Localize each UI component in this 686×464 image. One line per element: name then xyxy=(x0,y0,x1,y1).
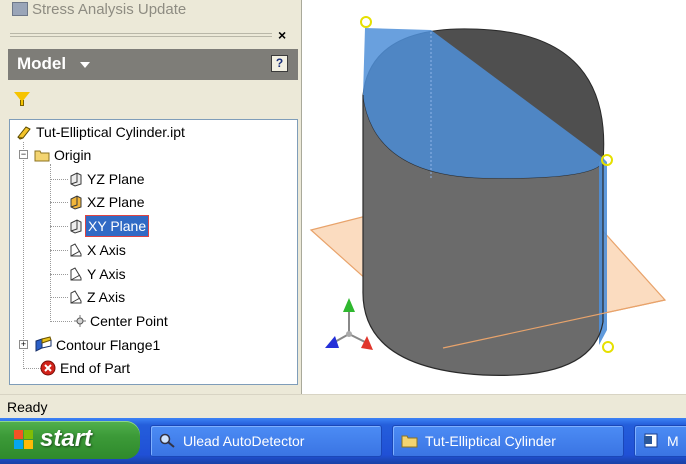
collapse-origin-toggle[interactable]: − xyxy=(19,150,28,159)
tree-connector xyxy=(23,368,41,369)
tree-node-label: YZ Plane xyxy=(87,171,145,187)
folder-icon xyxy=(401,435,418,448)
start-label: start xyxy=(40,425,93,452)
windows-logo-icon xyxy=(14,430,34,450)
sketch-point-marker[interactable] xyxy=(602,341,614,353)
work-plane-icon xyxy=(70,219,82,234)
windows-taskbar: start Ulead AutoDetector Tut-Elliptical … xyxy=(0,418,686,464)
status-bar: Ready xyxy=(0,394,686,418)
tree-connector xyxy=(50,274,68,275)
tree-node-z-axis[interactable]: Z Axis xyxy=(68,287,218,307)
tree-node-label: End of Part xyxy=(60,360,131,376)
pane-grip-line xyxy=(10,36,272,39)
tree-node-label: Z Axis xyxy=(87,289,126,305)
status-text: Ready xyxy=(7,399,48,415)
tree-node-label: X Axis xyxy=(87,242,126,258)
stress-analysis-update-command[interactable]: Stress Analysis Update xyxy=(8,0,298,20)
tree-node-xz-plane[interactable]: XZ Plane xyxy=(68,192,218,212)
tree-node-part[interactable]: Tut-Elliptical Cylinder.ipt xyxy=(16,122,286,142)
contour-flange-icon xyxy=(35,336,52,352)
end-of-part-icon xyxy=(40,360,56,376)
browser-header: Model ? xyxy=(8,49,298,80)
work-plane-icon xyxy=(70,195,82,210)
tree-connector xyxy=(50,202,68,203)
tree-connector xyxy=(50,321,72,322)
tree-connector xyxy=(23,142,24,367)
tree-connector xyxy=(50,179,68,180)
inventor-window: Stress Analysis Update × Model ? Tut-Ell… xyxy=(0,0,686,464)
taskbar-item-label: Tut-Elliptical Cylinder xyxy=(425,433,556,449)
sketch-point-marker[interactable] xyxy=(360,16,372,28)
tree-node-label: Y Axis xyxy=(87,266,126,282)
tree-node-label: Tut-Elliptical Cylinder.ipt xyxy=(36,124,185,140)
chevron-down-icon[interactable] xyxy=(80,62,90,68)
graphics-viewport[interactable] xyxy=(303,0,686,394)
tree-connector xyxy=(50,226,68,227)
filter-icon-stem xyxy=(20,100,24,106)
start-button[interactable]: start xyxy=(0,421,140,459)
tree-node-contour-flange[interactable]: Contour Flange1 xyxy=(34,335,234,355)
tree-node-label: XZ Plane xyxy=(87,194,145,210)
tree-node-origin[interactable]: Origin xyxy=(34,145,234,165)
tree-node-label: Center Point xyxy=(90,313,168,329)
taskbar-item-folder[interactable]: Tut-Elliptical Cylinder xyxy=(392,425,624,457)
magnifier-icon xyxy=(159,433,175,448)
tree-node-label: Contour Flange1 xyxy=(56,337,161,353)
work-point-icon xyxy=(74,315,86,327)
help-button[interactable]: ? xyxy=(271,55,288,72)
tree-connector xyxy=(50,250,68,251)
model-view[interactable] xyxy=(303,0,686,394)
work-plane-icon xyxy=(70,172,82,187)
close-pane-button[interactable]: × xyxy=(278,27,286,43)
taskbar-item-word[interactable]: M xyxy=(634,425,686,457)
stress-analysis-label: Stress Analysis Update xyxy=(32,1,187,18)
work-axis-icon xyxy=(70,267,82,281)
expand-contour-flange-toggle[interactable]: + xyxy=(19,340,28,349)
model-tree: Tut-Elliptical Cylinder.ipt − Origin YZ … xyxy=(9,119,298,385)
work-axis-icon xyxy=(70,290,82,304)
part-icon xyxy=(17,126,31,140)
model-dropdown-label[interactable]: Model xyxy=(17,54,66,74)
taskbar-item-label: Ulead AutoDetector xyxy=(183,433,305,449)
folder-icon xyxy=(34,150,50,162)
model-browser-pane: Stress Analysis Update × Model ? Tut-Ell… xyxy=(0,0,302,394)
tree-node-label: XY Plane xyxy=(84,215,150,237)
tree-node-y-axis[interactable]: Y Axis xyxy=(68,264,218,284)
tree-connector xyxy=(50,297,68,298)
taskbar-item-ulead[interactable]: Ulead AutoDetector xyxy=(150,425,382,457)
taskbar-item-label: M xyxy=(667,433,679,449)
word-document-icon xyxy=(644,433,658,448)
tree-node-end-of-part[interactable]: End of Part xyxy=(40,358,240,378)
tree-node-center-point[interactable]: Center Point xyxy=(72,311,222,331)
stress-analysis-icon xyxy=(12,2,28,16)
tree-node-label: Origin xyxy=(54,147,92,163)
tree-node-yz-plane[interactable]: YZ Plane xyxy=(68,169,218,189)
work-axis-icon xyxy=(70,243,82,257)
tree-node-x-axis[interactable]: X Axis xyxy=(68,240,218,260)
tree-node-xy-plane[interactable]: XY Plane xyxy=(68,215,218,237)
